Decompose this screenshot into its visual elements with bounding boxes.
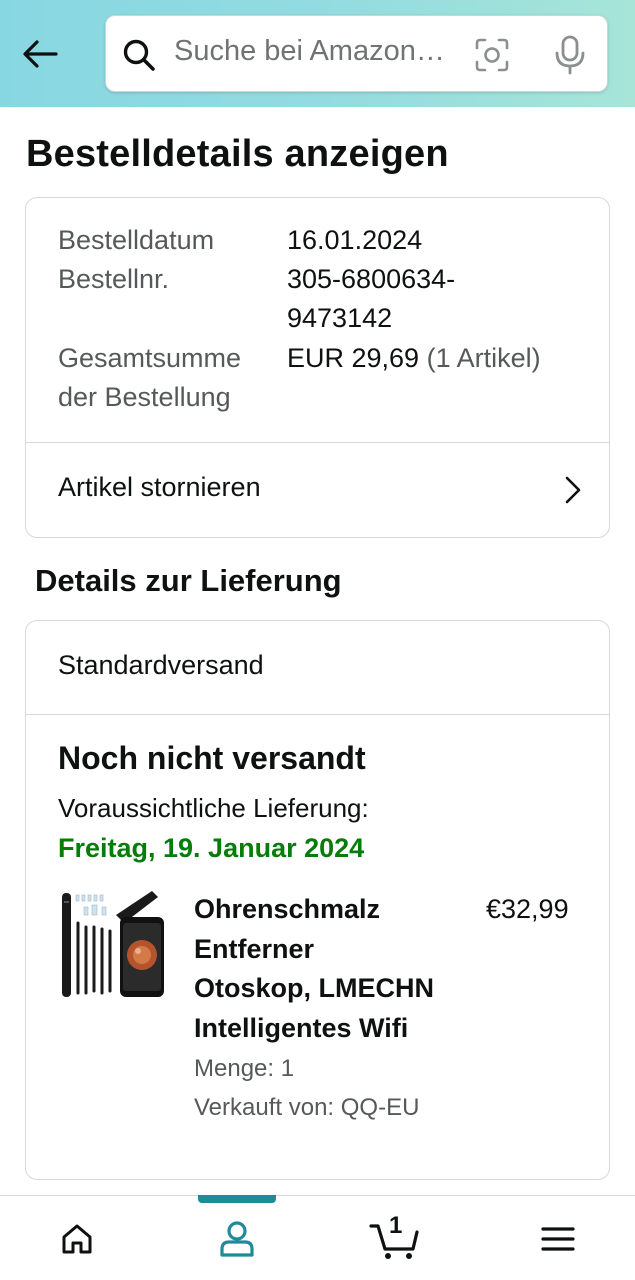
product-quantity: Menge: 1 — [194, 1055, 295, 1082]
order-total-amount: EUR 29,69 — [287, 343, 420, 373]
account-icon — [220, 1221, 254, 1257]
product-title-line: Ohrenschmalz — [194, 894, 381, 924]
delivery-section-title: Details zur Lieferung — [35, 563, 342, 598]
home-icon — [62, 1224, 92, 1254]
back-button[interactable] — [18, 32, 62, 76]
back-arrow-icon — [23, 40, 58, 68]
search-icon — [123, 39, 155, 71]
nav-account[interactable] — [207, 1214, 267, 1264]
order-item-count: (1 Artikel) — [426, 343, 541, 373]
product-otoscope-image[interactable] — [58, 887, 170, 1002]
order-number-label: Bestellnr. — [58, 264, 170, 294]
order-total-value: EUR 29,69 (1 Artikel) — [287, 339, 541, 378]
menu-icon — [541, 1227, 575, 1251]
camera-search-icon[interactable] — [474, 37, 510, 73]
active-tab-indicator — [198, 1195, 276, 1203]
search-input[interactable]: Suche bei Amazon.de — [174, 35, 449, 68]
expected-delivery-date: Freitag, 19. Januar 2024 — [58, 833, 365, 863]
order-total-label-line2: der Bestellung — [58, 382, 231, 412]
cancel-items-row[interactable]: Artikel stornieren — [26, 443, 609, 538]
order-total-label-line1: Gesamtsumme — [58, 343, 242, 373]
product-title[interactable]: Ohrenschmalz Entferner Otoskop, LMECHN I… — [194, 890, 459, 1048]
nav-cart[interactable]: 1 — [365, 1212, 425, 1264]
order-date-label: Bestelldatum — [58, 225, 215, 255]
shipment-status: Noch nicht versandt — [58, 740, 366, 776]
nav-menu[interactable] — [528, 1214, 588, 1264]
delivery-card: Standardversand Noch nicht versandt Vora… — [25, 620, 610, 1180]
order-summary-card: Bestelldatum 16.01.2024 Bestellnr. 305-6… — [25, 197, 610, 538]
expected-delivery-label: Voraussichtliche Lieferung: — [58, 793, 369, 823]
page-title: Bestelldetails anzeigen — [26, 133, 449, 175]
product-title-line: Otoskop, LMECHN — [194, 973, 434, 1003]
cancel-items-label: Artikel stornieren — [58, 472, 261, 502]
product-seller: Verkauft von: QQ-EU — [194, 1094, 420, 1121]
chevron-right-icon — [565, 476, 581, 504]
cart-count-badge: 1 — [389, 1212, 403, 1239]
bottom-navigation: 1 — [0, 1195, 635, 1280]
top-header: Suche bei Amazon.de — [0, 0, 635, 107]
order-number-value-line2: 9473142 — [287, 303, 393, 333]
search-bar[interactable]: Suche bei Amazon.de — [105, 15, 608, 92]
nav-home[interactable] — [47, 1214, 107, 1264]
product-price: €32,99 — [486, 894, 569, 924]
product-title-line: Entferner — [194, 933, 315, 964]
order-date-value: 16.01.2024 — [287, 225, 423, 255]
divider — [26, 714, 609, 715]
order-number-value-line1: 305-6800634- — [287, 264, 456, 294]
product-title-line: Intelligentes Wifi — [194, 1012, 409, 1043]
microphone-icon[interactable] — [553, 35, 587, 75]
shipping-type: Standardversand — [58, 650, 264, 680]
